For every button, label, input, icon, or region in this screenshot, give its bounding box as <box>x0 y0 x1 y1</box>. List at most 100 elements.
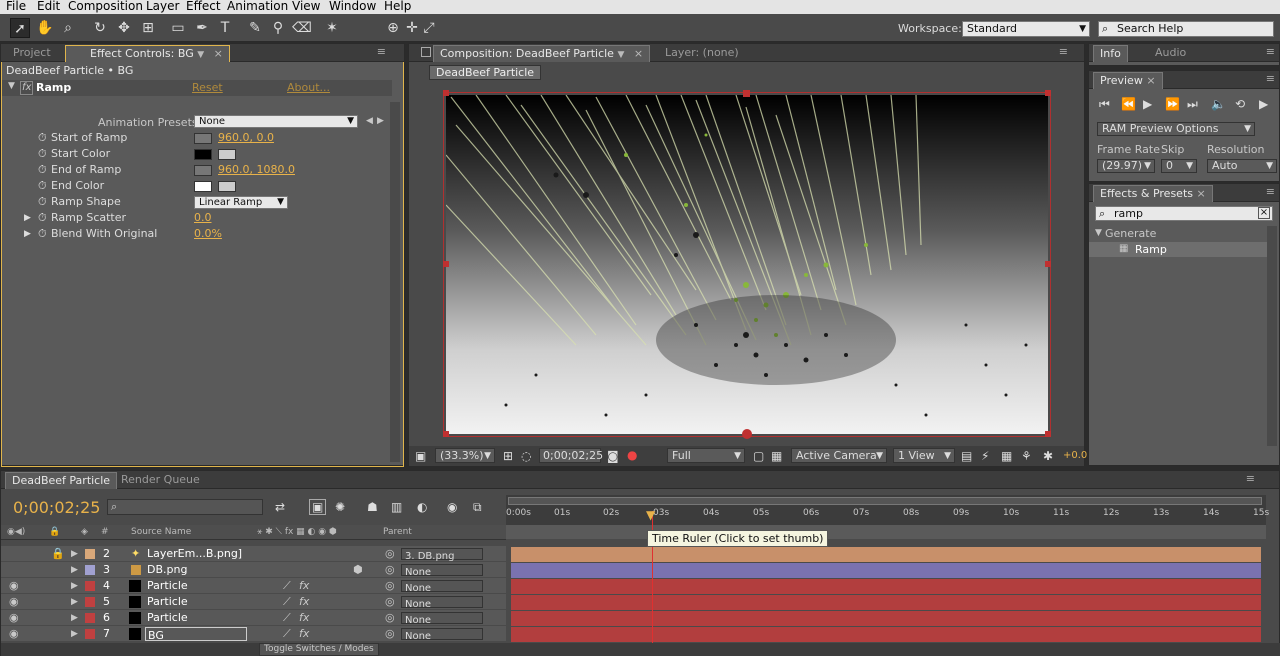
menu-edit[interactable]: Edit <box>37 0 60 13</box>
eyedropper-icon[interactable] <box>218 181 236 192</box>
brainstorm-icon[interactable]: ◉ <box>447 500 457 514</box>
handle-top-left[interactable] <box>443 90 449 96</box>
fx-switch-icon[interactable]: fx <box>299 595 309 609</box>
about-link[interactable]: About... <box>287 81 330 94</box>
safe-zones-icon[interactable]: ⊞ <box>503 449 513 463</box>
panel-menu-icon[interactable]: ≡ <box>377 45 386 58</box>
pickwhip-icon[interactable]: ◎ <box>385 547 395 561</box>
parent-dropdown[interactable]: None <box>401 596 483 610</box>
pickwhip-icon[interactable]: ◎ <box>385 563 395 577</box>
pickwhip-icon[interactable]: ◎ <box>385 611 395 625</box>
next-frame-icon[interactable]: ⏩ <box>1165 97 1180 111</box>
layer-bar[interactable] <box>511 579 1261 594</box>
table-row[interactable]: ◉ ▶ 4 Particle ⟋ fx ◎ None <box>1 578 506 594</box>
disclosure-closed-icon[interactable]: ▶ <box>71 595 78 609</box>
type-tool-icon[interactable]: T <box>215 18 235 38</box>
disclosure-closed-icon[interactable]: ▶ <box>24 226 31 242</box>
workspace-dropdown[interactable]: Standard ▼ <box>962 21 1090 37</box>
stopwatch-icon[interactable]: ⏱ <box>38 146 47 162</box>
label-color-swatch[interactable] <box>85 581 95 591</box>
ramp-effect-row[interactable]: ▼ fx Ramp Reset About... <box>2 80 392 96</box>
ramp-end-point[interactable] <box>742 429 752 439</box>
puppet-tool-icon[interactable]: ✶ <box>322 18 342 38</box>
always-preview-icon[interactable]: ▣ <box>415 449 426 463</box>
camera-dropdown[interactable]: Active Camera ▼ <box>791 448 887 463</box>
resolution-preview-dropdown[interactable]: Auto ▼ <box>1207 159 1277 173</box>
search-help-input[interactable]: ⌕ Search Help <box>1098 21 1274 37</box>
eraser-tool-icon[interactable]: ⌫ <box>292 18 312 38</box>
menu-window[interactable]: Window <box>329 0 376 13</box>
handle-left[interactable] <box>443 261 449 267</box>
label-color-swatch[interactable] <box>85 565 95 575</box>
disclosure-open-icon[interactable]: ▼ <box>1095 228 1102 238</box>
ram-preview-icon[interactable]: ▶ <box>1259 97 1268 111</box>
view-layout-dropdown[interactable]: 1 View ▼ <box>893 448 955 463</box>
ram-preview-dropdown[interactable]: RAM Preview Options ▼ <box>1097 122 1255 136</box>
crosshair-icon[interactable] <box>194 133 212 144</box>
label-color-swatch[interactable] <box>85 549 95 559</box>
label-color-swatch[interactable] <box>85 597 95 607</box>
3d-layer-icon[interactable]: ⬢ <box>353 563 363 577</box>
layer-name[interactable]: LayerEm...B.png] <box>147 547 242 561</box>
tab-timeline-comp[interactable]: DeadBeef Particle <box>5 472 118 489</box>
pickwhip-icon[interactable]: ◎ <box>385 627 395 641</box>
eye-icon[interactable]: ◉ <box>9 627 19 641</box>
disclosure-closed-icon[interactable]: ▶ <box>71 611 78 625</box>
parent-dropdown[interactable]: None <box>401 580 483 594</box>
tab-project[interactable]: Project <box>7 45 57 62</box>
eye-icon[interactable]: ◉ <box>9 611 19 625</box>
pickwhip-icon[interactable]: ◎ <box>385 579 395 593</box>
parent-dropdown[interactable]: None <box>401 628 483 642</box>
live-update-icon[interactable]: ▣ <box>309 499 327 515</box>
panel-menu-icon[interactable]: ≡ <box>1266 185 1275 198</box>
layer-name[interactable]: Particle <box>147 579 188 593</box>
tab-effect-controls[interactable]: Effect Controls: BG ▼ × <box>65 45 230 62</box>
timeline-timecode[interactable]: 0;00;02;25 <box>13 498 100 517</box>
graph-editor-icon[interactable]: ⧉ <box>473 500 482 515</box>
stopwatch-icon[interactable]: ⏱ <box>38 178 47 194</box>
quality-switch-icon[interactable]: ⟋ <box>283 579 291 593</box>
table-row[interactable]: ◉ ▶ 7 BG ⟋ fx ◎ None <box>1 626 506 642</box>
source-name-column[interactable]: Source Name <box>131 527 191 537</box>
roi-icon[interactable]: ▢ <box>753 449 764 463</box>
clear-search-icon[interactable]: × <box>1258 207 1270 219</box>
menu-effect[interactable]: Effect <box>186 0 221 13</box>
fx-switch-icon[interactable]: fx <box>299 611 309 625</box>
table-row[interactable]: ◉ ▶ 5 Particle ⟋ fx ◎ None <box>1 594 506 610</box>
reset-link[interactable]: Reset <box>192 81 223 94</box>
ramp-scatter-value[interactable]: 0.0 <box>194 210 212 226</box>
rectangle-tool-icon[interactable]: ▭ <box>168 18 188 38</box>
stopwatch-icon[interactable]: ⏱ <box>38 226 47 242</box>
tab-audio[interactable]: Audio <box>1149 45 1192 62</box>
close-icon[interactable]: × <box>1197 187 1206 200</box>
parent-dropdown[interactable]: 3. DB.png <box>401 548 483 562</box>
layer-bar[interactable] <box>511 627 1261 642</box>
frame-rate-dropdown[interactable]: (29.97) ▼ <box>1097 159 1155 173</box>
stopwatch-icon[interactable]: ⏱ <box>38 130 47 146</box>
audio-icon[interactable]: 🔈 <box>1211 97 1226 111</box>
parent-dropdown[interactable]: None <box>401 564 483 578</box>
exposure-icon[interactable]: ✱ <box>1043 449 1053 463</box>
eye-icon[interactable]: ◉ <box>9 579 19 593</box>
crosshair-icon[interactable] <box>194 165 212 176</box>
handle-top[interactable] <box>743 90 750 97</box>
tab-composition[interactable]: Composition: DeadBeef Particle ▼ × <box>433 45 651 62</box>
rotate-tool-icon[interactable]: ↻ <box>90 18 110 38</box>
toggle-pixel-aspect-icon[interactable]: ▤ <box>961 449 972 463</box>
end-color-swatch[interactable] <box>194 181 212 192</box>
parent-dropdown[interactable]: None <box>401 612 483 626</box>
disclosure-closed-icon[interactable]: ▶ <box>71 627 78 641</box>
generate-folder[interactable]: Generate <box>1105 227 1156 240</box>
disclosure-closed-icon[interactable]: ▶ <box>71 547 78 561</box>
disclosure-closed-icon[interactable]: ▶ <box>71 579 78 593</box>
pen-tool-icon[interactable]: ✒ <box>192 18 212 38</box>
pickwhip-icon[interactable]: ◎ <box>385 595 395 609</box>
table-row[interactable]: 🔒 ▶ 2 ✦ LayerEm...B.png] ◎ 3. DB.png <box>1 546 506 562</box>
stopwatch-icon[interactable]: ⏱ <box>38 194 47 210</box>
lock-view-icon[interactable] <box>421 47 431 57</box>
lock-icon[interactable]: 🔒 <box>51 547 65 561</box>
fx-switch-icon[interactable]: fx <box>299 579 309 593</box>
motion-blur-icon[interactable]: ◐ <box>417 500 427 514</box>
eyedropper-icon[interactable] <box>218 149 236 160</box>
label-color-swatch[interactable] <box>85 613 95 623</box>
